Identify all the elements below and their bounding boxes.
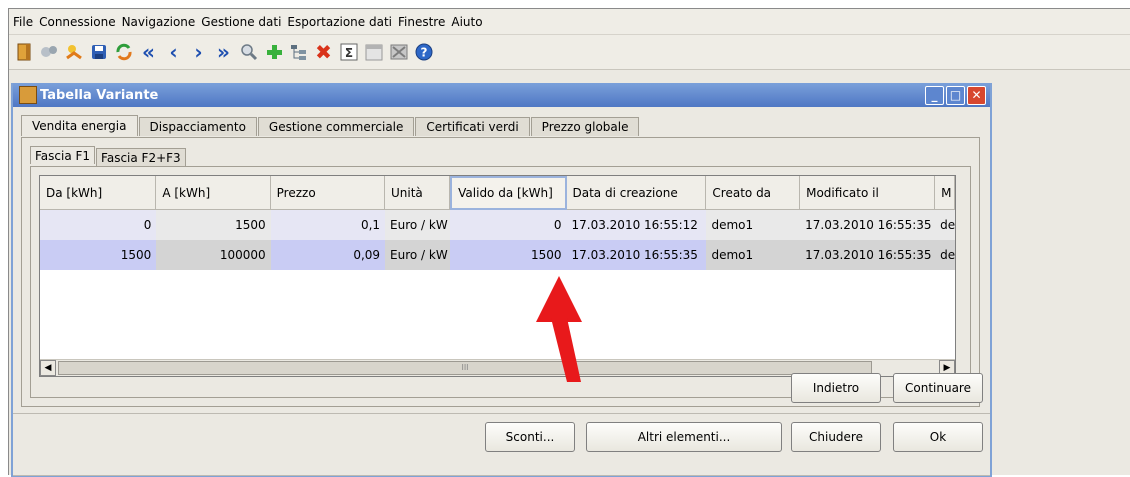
- cell-a[interactable]: 100000: [156, 240, 271, 270]
- cell-prezzo[interactable]: 0,09: [270, 240, 386, 270]
- help-icon[interactable]: ?: [413, 42, 434, 63]
- menu-gestione-dati[interactable]: Gestione dati: [201, 15, 281, 29]
- cell-unita[interactable]: Euro / kW: [385, 210, 451, 240]
- tab-certificati-verdi[interactable]: Certificati verdi: [415, 117, 530, 136]
- first-icon[interactable]: «: [138, 40, 159, 64]
- cell-modificato-il[interactable]: 17.03.2010 16:55:35: [800, 210, 936, 240]
- column-header-creato-da[interactable]: Creato da: [706, 176, 801, 210]
- column-header-unita[interactable]: Unità: [385, 176, 451, 210]
- window-title-bar[interactable]: Tabella Variante _ □ ✕: [13, 83, 990, 107]
- svg-text:Σ: Σ: [344, 46, 352, 60]
- column-header-a[interactable]: A [kWh]: [156, 176, 271, 210]
- application-window: File Connessione Navigazione Gestione da…: [8, 8, 1130, 477]
- minimize-button[interactable]: _: [925, 86, 944, 105]
- export-icon[interactable]: [388, 42, 409, 63]
- ok-button[interactable]: Ok: [893, 422, 983, 452]
- annotation-arrow-icon: [536, 276, 582, 382]
- menu-bar: File Connessione Navigazione Gestione da…: [9, 9, 1130, 35]
- cell-creato-da[interactable]: demo1: [706, 210, 801, 240]
- menu-file[interactable]: File: [13, 15, 33, 29]
- column-header-modificato-il[interactable]: Modificato il: [800, 176, 936, 210]
- delete-icon[interactable]: ✖: [313, 40, 334, 64]
- window-title: Tabella Variante: [40, 87, 159, 103]
- cell-unita[interactable]: Euro / kW: [385, 240, 451, 270]
- tab-fascia-f1[interactable]: Fascia F1: [30, 146, 96, 164]
- menu-esportazione-dati[interactable]: Esportazione dati: [287, 15, 392, 29]
- refresh-icon[interactable]: [113, 42, 134, 63]
- column-header-valido-da[interactable]: Valido da [kWh]: [450, 176, 567, 210]
- tab-vendita-energia[interactable]: Vendita energia: [21, 115, 138, 136]
- cell-da[interactable]: 0: [40, 210, 157, 240]
- variant-table: Da [kWh] A [kWh] Prezzo Unità Valido da …: [39, 175, 956, 377]
- column-header-data-creazione[interactable]: Data di creazione: [566, 176, 707, 210]
- cell-valido-da[interactable]: 1500: [450, 240, 567, 270]
- column-header-prezzo[interactable]: Prezzo: [270, 176, 385, 210]
- cell-data-creazione[interactable]: 17.03.2010 16:55:12: [566, 210, 707, 240]
- back-button[interactable]: Indietro: [791, 373, 881, 403]
- tab-fascia-f2-f3[interactable]: Fascia F2+F3: [96, 148, 186, 166]
- previous-icon[interactable]: ‹: [163, 40, 184, 64]
- cell-da[interactable]: 1500: [40, 240, 157, 270]
- menu-aiuto[interactable]: Aiuto: [451, 15, 482, 29]
- table-row[interactable]: 0 1500 0,1 Euro / kW 0 17.03.2010 16:55:…: [40, 210, 955, 240]
- cell-prezzo[interactable]: 0,1: [270, 210, 386, 240]
- tab-prezzo-globale[interactable]: Prezzo globale: [530, 117, 640, 136]
- scroll-thumb[interactable]: III: [58, 361, 872, 375]
- connect-icon[interactable]: [38, 42, 59, 63]
- separator: [13, 475, 990, 476]
- window-app-icon: [19, 86, 37, 104]
- discounts-button[interactable]: Sconti...: [485, 422, 575, 452]
- scroll-left-icon[interactable]: ◀: [40, 360, 56, 376]
- last-icon[interactable]: »: [213, 40, 234, 64]
- cell-modificato-il[interactable]: 17.03.2010 16:55:35: [800, 240, 936, 270]
- maximize-button[interactable]: □: [946, 86, 965, 105]
- cell-data-creazione[interactable]: 17.03.2010 16:55:35: [566, 240, 707, 270]
- cell-m[interactable]: de: [935, 240, 955, 270]
- column-header-m[interactable]: M: [935, 176, 955, 210]
- next-icon[interactable]: ›: [188, 40, 209, 64]
- exit-icon[interactable]: [13, 42, 34, 63]
- cell-m[interactable]: de: [935, 210, 955, 240]
- menu-finestre[interactable]: Finestre: [398, 15, 445, 29]
- internal-window: Tabella Variante _ □ ✕ Vendita energia D…: [11, 83, 992, 477]
- add-icon[interactable]: [263, 42, 284, 63]
- cell-creato-da[interactable]: demo1: [706, 240, 801, 270]
- menu-navigazione[interactable]: Navigazione: [122, 15, 196, 29]
- search-icon[interactable]: [238, 42, 259, 63]
- calendar-icon[interactable]: [363, 42, 384, 63]
- sub-tab-panel: Da [kWh] A [kWh] Prezzo Unità Valido da …: [30, 166, 971, 398]
- table-row[interactable]: 1500 100000 0,09 Euro / kW 1500 17.03.20…: [40, 240, 955, 270]
- column-header-da[interactable]: Da [kWh]: [40, 176, 157, 210]
- toolbar: « ‹ › » ✖ Σ ?: [9, 35, 1130, 70]
- separator: [13, 413, 990, 414]
- sum-icon[interactable]: Σ: [338, 42, 359, 63]
- close-button[interactable]: Chiudere: [791, 422, 881, 452]
- other-elements-button[interactable]: Altri elementi...: [586, 422, 782, 452]
- tree-icon[interactable]: [288, 42, 309, 63]
- save-icon[interactable]: [88, 42, 109, 63]
- sub-tabs: Fascia F1 Fascia F2+F3: [30, 146, 187, 166]
- tab-dispacciamento[interactable]: Dispacciamento: [138, 117, 257, 136]
- cell-a[interactable]: 1500: [156, 210, 271, 240]
- svg-text:?: ?: [420, 46, 427, 60]
- cell-valido-da[interactable]: 0: [450, 210, 567, 240]
- tab-panel: Fascia F1 Fascia F2+F3 Da [kWh] A [kWh] …: [21, 137, 980, 407]
- continue-button[interactable]: Continuare: [893, 373, 983, 403]
- close-window-button[interactable]: ✕: [967, 86, 986, 105]
- menu-connessione[interactable]: Connessione: [39, 15, 115, 29]
- disconnect-icon[interactable]: [63, 42, 84, 63]
- main-tabs: Vendita energia Dispacciamento Gestione …: [21, 115, 640, 137]
- tab-gestione-commerciale[interactable]: Gestione commerciale: [257, 117, 415, 136]
- table-header: Da [kWh] A [kWh] Prezzo Unità Valido da …: [40, 176, 955, 210]
